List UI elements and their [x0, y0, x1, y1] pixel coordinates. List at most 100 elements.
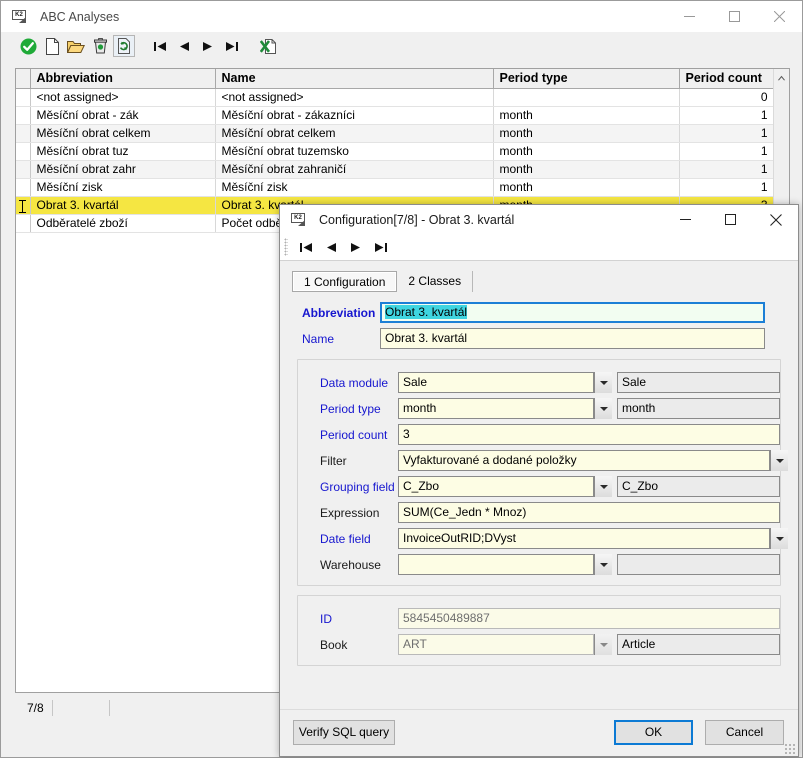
status-segment-2 — [53, 700, 110, 716]
table-row[interactable]: Měsíční obrat tuz Měsíční obrat tuzemsko… — [16, 143, 774, 161]
toolbar-separator — [137, 35, 147, 57]
tab-classes[interactable]: 2 Classes — [397, 271, 473, 292]
data-module-value[interactable]: Sale — [398, 372, 594, 393]
maximize-button[interactable] — [708, 205, 753, 234]
label-grouping-field: Grouping field — [298, 480, 398, 494]
main-window-titlebar: K2 ABC Analyses — [1, 1, 802, 32]
row-indicator — [16, 107, 30, 125]
cell-name: Měsíční obrat zahraničí — [215, 161, 493, 179]
cell-period-type: month — [493, 179, 679, 197]
minimize-button[interactable] — [667, 1, 712, 32]
period-type-combo[interactable]: month — [398, 398, 612, 419]
new-record-icon[interactable] — [41, 35, 63, 57]
close-button[interactable] — [753, 205, 798, 234]
export-excel-icon[interactable] — [257, 35, 279, 57]
chevron-down-icon[interactable] — [594, 554, 612, 575]
resize-grip[interactable] — [784, 743, 796, 755]
chevron-down-icon[interactable] — [594, 372, 612, 393]
date-field-combo[interactable]: InvoiceOutRID;DVyst — [398, 528, 788, 549]
text-cursor-icon — [19, 200, 26, 213]
row-indicator — [16, 215, 30, 233]
cell-period-count: 0 — [679, 89, 774, 107]
field-row-id: ID 5845450489887 — [298, 608, 780, 629]
tab-configuration[interactable]: 1 Configuration — [292, 271, 397, 292]
label-warehouse: Warehouse — [298, 558, 398, 572]
chevron-down-icon[interactable] — [770, 528, 788, 549]
label-date-field: Date field — [298, 532, 398, 546]
warehouse-combo[interactable] — [398, 554, 612, 575]
row-indicator-header — [16, 69, 30, 89]
date-field-value[interactable]: InvoiceOutRID;DVyst — [398, 528, 770, 549]
cell-period-type: month — [493, 143, 679, 161]
column-header-name[interactable]: Name — [215, 69, 493, 89]
abbreviation-input-value: Obrat 3. kvartál — [385, 305, 467, 319]
column-header-period-type[interactable]: Period type — [493, 69, 679, 89]
row-indicator — [16, 89, 30, 107]
cell-period-type: month — [493, 161, 679, 179]
scroll-up-icon[interactable] — [774, 69, 789, 86]
label-id: ID — [298, 612, 398, 626]
chevron-down-icon[interactable] — [594, 634, 612, 655]
field-row-data-module: Data module Sale Sale — [298, 372, 780, 393]
name-input[interactable]: Obrat 3. kvartál — [380, 328, 765, 349]
table-row[interactable]: <not assigned> <not assigned> 0 — [16, 89, 774, 107]
label-book: Book — [298, 638, 398, 652]
chevron-down-icon[interactable] — [770, 450, 788, 471]
period-count-input[interactable]: 3 — [398, 424, 780, 445]
dialog-footer: Verify SQL query OK Cancel — [280, 709, 798, 756]
period-type-value[interactable]: month — [398, 398, 594, 419]
label-expression: Expression — [298, 506, 398, 520]
ok-button[interactable]: OK — [614, 720, 693, 745]
cell-name: Měsíční obrat celkem — [215, 125, 493, 143]
dialog-titlebar: K2 Configuration[7/8] - Obrat 3. kvartál — [280, 205, 798, 234]
row-indicator-cursor — [16, 197, 30, 215]
grouping-field-combo[interactable]: C_Zbo — [398, 476, 612, 497]
cell-period-type: month — [493, 107, 679, 125]
data-module-combo[interactable]: Sale — [398, 372, 612, 393]
field-row-date-field: Date field InvoiceOutRID;DVyst — [298, 528, 780, 549]
column-header-period-count[interactable]: Period count — [679, 69, 774, 89]
cancel-button[interactable]: Cancel — [705, 720, 784, 745]
cell-abbreviation: Obrat 3. kvartál — [30, 197, 215, 215]
previous-record-icon[interactable] — [173, 35, 195, 57]
close-button[interactable] — [757, 1, 802, 32]
grouping-field-value[interactable]: C_Zbo — [398, 476, 594, 497]
chevron-down-icon[interactable] — [594, 398, 612, 419]
main-window-controls — [667, 1, 802, 32]
minimize-button[interactable] — [663, 205, 708, 234]
abbreviation-input[interactable]: Obrat 3. kvartál — [380, 302, 765, 323]
warehouse-value[interactable] — [398, 554, 594, 575]
open-folder-icon[interactable] — [65, 35, 87, 57]
confirm-icon[interactable] — [17, 35, 39, 57]
expression-input[interactable]: SUM(Ce_Jedn * Mnoz) — [398, 502, 780, 523]
field-row-book: Book ART Article — [298, 634, 780, 655]
filter-value[interactable]: Vyfakturované a dodané položky — [398, 450, 770, 471]
previous-record-icon[interactable] — [318, 236, 343, 258]
column-header-abbreviation[interactable]: Abbreviation — [30, 69, 215, 89]
status-position: 7/8 — [15, 700, 53, 716]
delete-icon[interactable] — [89, 35, 111, 57]
next-record-icon[interactable] — [197, 35, 219, 57]
verify-sql-query-button[interactable]: Verify SQL query — [293, 720, 395, 745]
table-row[interactable]: Měsíční obrat celkem Měsíční obrat celke… — [16, 125, 774, 143]
refresh-icon[interactable] — [113, 35, 135, 57]
first-record-icon[interactable] — [293, 236, 318, 258]
table-row[interactable]: Měsíční zisk Měsíční zisk month 1 — [16, 179, 774, 197]
cell-abbreviation: Měsíční zisk — [30, 179, 215, 197]
first-record-icon[interactable] — [149, 35, 171, 57]
next-record-icon[interactable] — [343, 236, 368, 258]
table-row[interactable]: Měsíční obrat - zák Měsíční obrat - záka… — [16, 107, 774, 125]
last-record-icon[interactable] — [368, 236, 393, 258]
toolbar-separator-2 — [245, 35, 255, 57]
dialog-window-controls — [663, 205, 798, 234]
book-combo[interactable]: ART — [398, 634, 612, 655]
maximize-button[interactable] — [712, 1, 757, 32]
filter-combo[interactable]: Vyfakturované a dodané položky — [398, 450, 788, 471]
toolbar-grip[interactable] — [284, 238, 288, 256]
data-module-description: Sale — [617, 372, 780, 393]
field-row-period-type: Period type month month — [298, 398, 780, 419]
last-record-icon[interactable] — [221, 35, 243, 57]
chevron-down-icon[interactable] — [594, 476, 612, 497]
table-row[interactable]: Měsíční obrat zahr Měsíční obrat zahrani… — [16, 161, 774, 179]
grid-header-row: Abbreviation Name Period type Period cou… — [16, 69, 774, 89]
